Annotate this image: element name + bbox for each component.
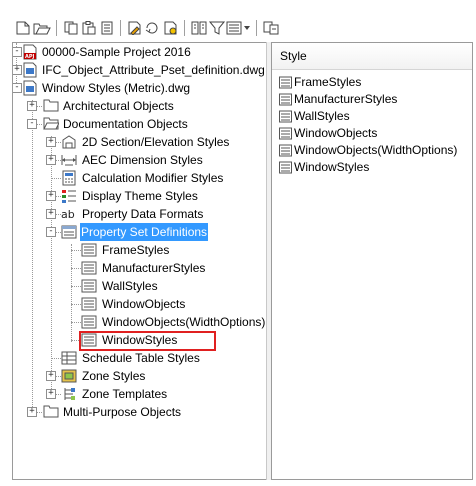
tree-item-manufacturerstyles[interactable]: ManufacturerStyles bbox=[13, 259, 267, 277]
tree-item-property-set-definitions[interactable]: - Property Set Definitions bbox=[13, 223, 267, 241]
list-item[interactable]: FrameStyles bbox=[272, 74, 472, 91]
expand-toggle[interactable]: - bbox=[13, 47, 22, 57]
tree-label: 00000-Sample Project 2016 bbox=[42, 45, 191, 59]
expand-toggle[interactable]: + bbox=[13, 65, 22, 75]
tree-item-windowobjects-widthoptions[interactable]: WindowObjects(WidthOptions) bbox=[13, 313, 267, 331]
folder-icon bbox=[43, 404, 59, 423]
view-mode-icon[interactable] bbox=[226, 20, 252, 36]
expand-toggle[interactable]: + bbox=[46, 155, 56, 165]
new-drawing-icon[interactable] bbox=[14, 20, 32, 36]
tree-label: Documentation Objects bbox=[63, 117, 188, 131]
tree-label: Zone Styles bbox=[82, 369, 146, 383]
expand-toggle[interactable]: - bbox=[46, 227, 56, 237]
list-item-label: ManufacturerStyles bbox=[294, 92, 398, 106]
expand-toggle[interactable]: - bbox=[27, 119, 37, 129]
expand-toggle[interactable]: + bbox=[46, 389, 56, 399]
tree-label: 2D Section/Elevation Styles bbox=[82, 135, 230, 149]
list-item-label: WindowObjects(WidthOptions) bbox=[294, 143, 458, 157]
tree-item-documentation-objects[interactable]: - Documentation Objects bbox=[13, 115, 267, 133]
data-format-icon[interactable] bbox=[190, 20, 208, 36]
tree-item-aec-dimension-styles[interactable]: + AEC Dimension Styles bbox=[13, 151, 267, 169]
edit-style-icon[interactable] bbox=[126, 20, 144, 36]
expand-toggle[interactable]: + bbox=[46, 209, 56, 219]
red-highlight-box bbox=[79, 331, 216, 351]
set-current-icon[interactable] bbox=[144, 20, 162, 36]
tree-label: Window Styles (Metric).dwg bbox=[42, 81, 191, 95]
expand-toggle[interactable]: + bbox=[27, 101, 37, 111]
tree-label: IFC_Object_Attribute_Pset_definition.dwg bbox=[42, 63, 265, 77]
sync-icon[interactable] bbox=[262, 20, 280, 36]
tree-item-zone-templates[interactable]: + Zone Templates bbox=[13, 385, 267, 403]
tree-label: AEC Dimension Styles bbox=[82, 153, 203, 167]
expand-toggle[interactable]: + bbox=[46, 371, 56, 381]
property-set-item-icon bbox=[279, 161, 292, 179]
tree-item-ifc-drawing[interactable]: + IFC_Object_Attribute_Pset_definition.d… bbox=[13, 61, 267, 79]
tree-label: Multi-Purpose Objects bbox=[63, 405, 182, 419]
tree-label: Calculation Modifier Styles bbox=[82, 171, 224, 185]
tree-item-sample-project[interactable]: - APJ 00000-Sample Project 2016 bbox=[13, 43, 267, 61]
tree-label: WindowObjects bbox=[102, 297, 186, 311]
tree-label: WindowObjects(WidthOptions) bbox=[102, 315, 266, 329]
tree-label: Display Theme Styles bbox=[82, 189, 198, 203]
style-manager-tree: - APJ 00000-Sample Project 2016 + IFC_Ob… bbox=[12, 42, 268, 480]
list-item-label: WindowObjects bbox=[294, 126, 378, 140]
expand-toggle[interactable]: - bbox=[13, 83, 22, 93]
convert-icon[interactable] bbox=[162, 20, 180, 36]
expand-toggle[interactable]: + bbox=[27, 407, 37, 417]
list-item-label: WindowStyles bbox=[294, 160, 370, 174]
tree-label-selected: Property Set Definitions bbox=[80, 223, 209, 241]
tree-item-display-theme-styles[interactable]: + Display Theme Styles bbox=[13, 187, 267, 205]
paste-icon[interactable] bbox=[80, 20, 98, 36]
style-list-panel: Style FrameStyles ManufacturerStyles Wal… bbox=[271, 42, 473, 480]
tree-label: FrameStyles bbox=[102, 243, 170, 257]
tree-item-calculation-modifier-styles[interactable]: Calculation Modifier Styles bbox=[13, 169, 267, 187]
copy-icon[interactable] bbox=[62, 20, 80, 36]
purge-icon[interactable] bbox=[98, 20, 116, 36]
expand-toggle[interactable]: + bbox=[46, 137, 56, 147]
column-header-style[interactable]: Style bbox=[272, 43, 472, 70]
tree-item-window-styles-drawing[interactable]: - Window Styles (Metric).dwg bbox=[13, 79, 267, 97]
open-drawing-icon[interactable] bbox=[33, 20, 51, 36]
svg-text:ab: ab bbox=[61, 208, 75, 221]
list-item-label: FrameStyles bbox=[294, 75, 362, 89]
tree-item-framestyles[interactable]: FrameStyles bbox=[13, 241, 267, 259]
tree-item-zone-styles[interactable]: + Zone Styles bbox=[13, 367, 267, 385]
tree-item-windowobjects[interactable]: WindowObjects bbox=[13, 295, 267, 313]
list-item[interactable]: WindowStyles bbox=[272, 159, 472, 176]
tree-item-wallstyles[interactable]: WallStyles bbox=[13, 277, 267, 295]
tree-label: WallStyles bbox=[102, 279, 158, 293]
tree-label: ManufacturerStyles bbox=[102, 261, 206, 275]
filter-icon[interactable] bbox=[208, 20, 226, 36]
toolbar bbox=[0, 0, 476, 40]
list-item[interactable]: WindowObjects(WidthOptions) bbox=[272, 142, 472, 159]
tree-item-architectural-objects[interactable]: + Architectural Objects bbox=[13, 97, 267, 115]
tree-label: Architectural Objects bbox=[63, 99, 174, 113]
tree-item-schedule-table-styles[interactable]: Schedule Table Styles bbox=[13, 349, 267, 367]
tree-item-multi-purpose-objects[interactable]: + Multi-Purpose Objects bbox=[13, 403, 267, 421]
tree-item-section-elevation-styles[interactable]: + 2D Section/Elevation Styles bbox=[13, 133, 267, 151]
tree-item-property-data-formats[interactable]: + ab Property Data Formats bbox=[13, 205, 267, 223]
svg-text:APJ: APJ bbox=[25, 54, 35, 60]
tree-label: Schedule Table Styles bbox=[82, 351, 200, 365]
tree-label: Zone Templates bbox=[82, 387, 168, 401]
list-item[interactable]: WindowObjects bbox=[272, 125, 472, 142]
list-item-label: WallStyles bbox=[294, 109, 350, 123]
expand-toggle[interactable]: + bbox=[46, 191, 56, 201]
list-item[interactable]: WallStyles bbox=[272, 108, 472, 125]
tree-label: Property Data Formats bbox=[82, 207, 204, 221]
list-item[interactable]: ManufacturerStyles bbox=[272, 91, 472, 108]
